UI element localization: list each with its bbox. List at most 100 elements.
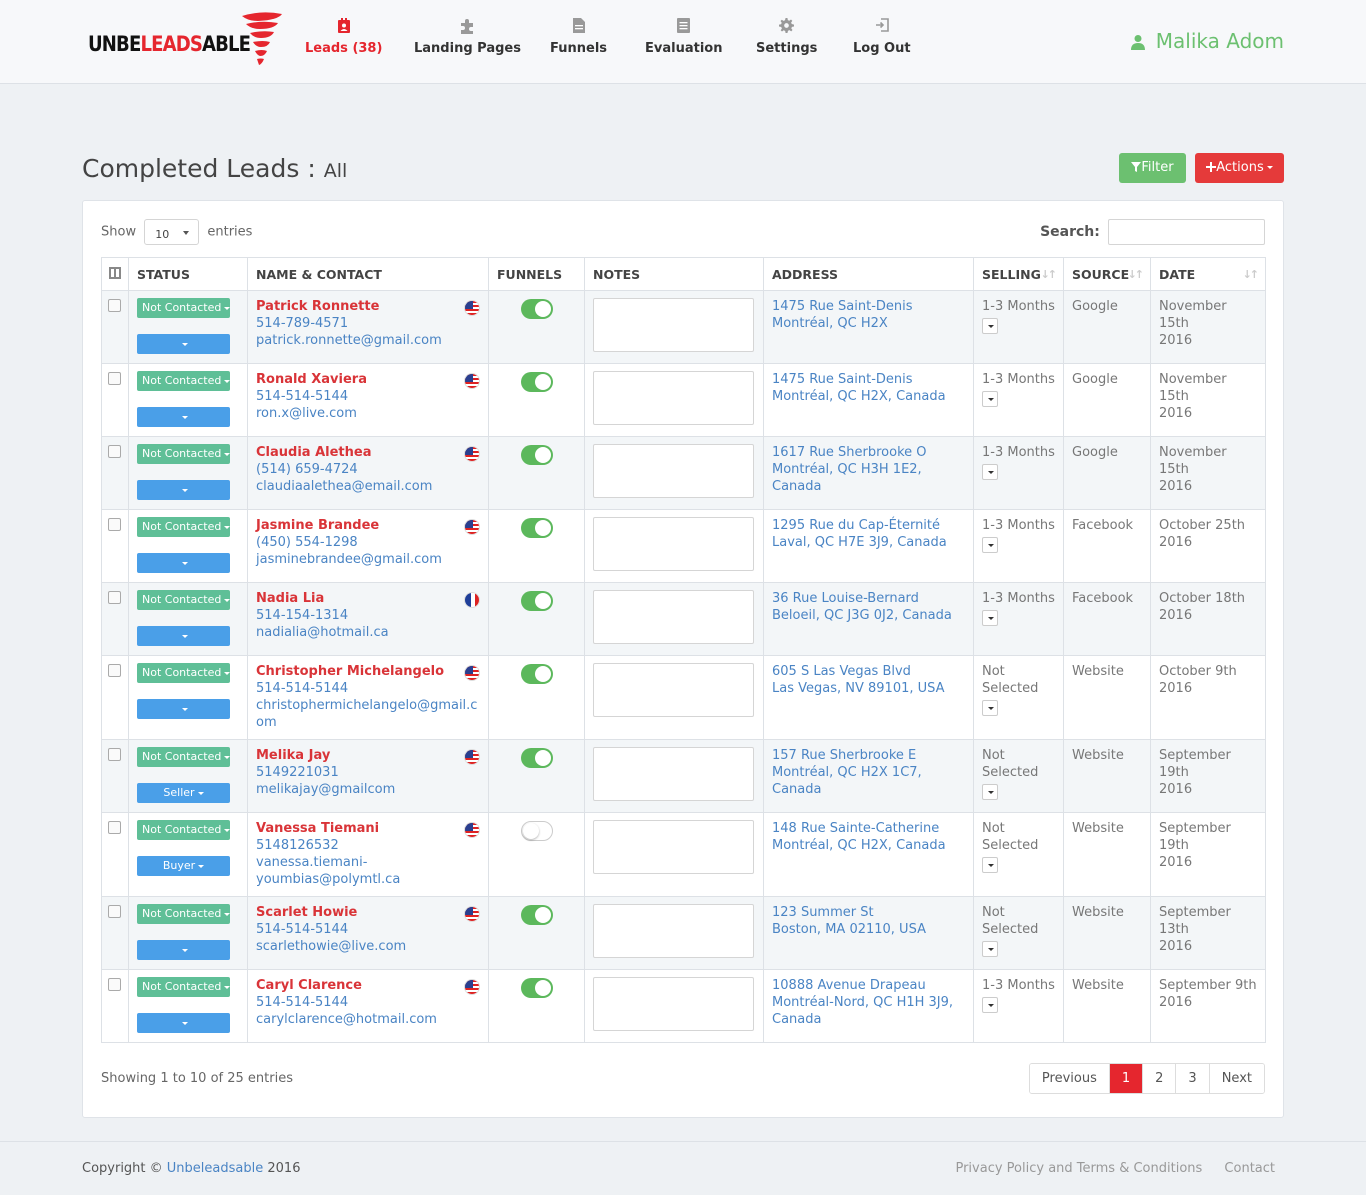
lead-phone[interactable]: 5149221031 <box>256 764 480 781</box>
col-date[interactable]: DATE ↓↑ <box>1150 257 1266 291</box>
page-length-select[interactable]: 10 <box>144 219 200 245</box>
selling-dropdown[interactable] <box>982 857 998 873</box>
privacy-link[interactable]: Privacy Policy and Terms & Conditions <box>955 1161 1202 1176</box>
lead-type-dropdown[interactable] <box>137 553 230 573</box>
lead-phone[interactable]: 514-789-4571 <box>256 315 480 332</box>
row-checkbox[interactable] <box>108 591 121 604</box>
selling-dropdown[interactable] <box>982 784 998 800</box>
selling-dropdown[interactable] <box>982 610 998 626</box>
lead-name[interactable]: Patrick Ronnette <box>256 298 480 315</box>
row-checkbox[interactable] <box>108 664 121 677</box>
lead-email[interactable]: patrick.ronnette@gmail.com <box>256 332 480 349</box>
lead-email[interactable]: claudiaalethea@email.com <box>256 478 480 495</box>
lead-name[interactable]: Melika Jay <box>256 747 480 764</box>
address-line1[interactable]: 1475 Rue Saint-Denis <box>772 372 913 387</box>
col-name-contact[interactable]: NAME & CONTACT <box>247 257 489 291</box>
lead-phone[interactable]: (450) 554-1298 <box>256 534 480 551</box>
row-checkbox[interactable] <box>108 299 121 312</box>
address-line2[interactable]: Montréal, QC H2X <box>772 316 888 331</box>
lead-email[interactable]: nadialia@hotmail.ca <box>256 624 480 641</box>
nav-landing-pages[interactable]: Landing Pages <box>414 18 521 56</box>
nav-funnels[interactable]: Funnels <box>550 18 607 56</box>
row-checkbox[interactable] <box>108 372 121 385</box>
selling-dropdown[interactable] <box>982 700 998 716</box>
lead-name[interactable]: Ronald Xaviera <box>256 371 480 388</box>
status-dropdown[interactable]: Not Contacted <box>137 590 231 610</box>
address-line2[interactable]: Boston, MA 02110, USA <box>772 922 926 937</box>
logo[interactable]: UNBELEADSABLE <box>88 10 288 70</box>
address-line2[interactable]: Las Vegas, NV 89101, USA <box>772 681 945 696</box>
notes-field[interactable] <box>593 517 754 571</box>
lead-name[interactable]: Claudia Alethea <box>256 444 480 461</box>
nav-evaluation[interactable]: Evaluation <box>645 18 722 56</box>
address-line2[interactable]: Montréal, QC H2X, Canada <box>772 389 946 404</box>
lead-type-dropdown[interactable] <box>137 626 230 646</box>
pagination-page-3[interactable]: 3 <box>1175 1064 1209 1093</box>
lead-type-dropdown[interactable] <box>137 940 230 960</box>
lead-email[interactable]: christophermichelangelo@gmail.com <box>256 697 480 731</box>
lead-email[interactable]: jasminebrandee@gmail.com <box>256 551 480 568</box>
brand-link[interactable]: Unbeleadsable <box>167 1161 263 1176</box>
address-line1[interactable]: 123 Summer St <box>772 905 874 920</box>
selling-dropdown[interactable] <box>982 464 998 480</box>
funnel-toggle[interactable] <box>521 978 553 998</box>
address-line1[interactable]: 605 S Las Vegas Blvd <box>772 664 911 679</box>
address-line2[interactable]: Montréal, QC H2X 1C7, Canada <box>772 765 922 797</box>
address-line1[interactable]: 1617 Rue Sherbrooke O <box>772 445 927 460</box>
status-dropdown[interactable]: Not Contacted <box>137 977 231 997</box>
row-checkbox[interactable] <box>108 821 121 834</box>
selling-dropdown[interactable] <box>982 318 998 334</box>
lead-email[interactable]: carylclarence@hotmail.com <box>256 1011 480 1028</box>
selling-dropdown[interactable] <box>982 391 998 407</box>
lead-type-dropdown[interactable] <box>137 334 230 354</box>
pagination-page-1[interactable]: 1 <box>1108 1064 1143 1093</box>
status-dropdown[interactable]: Not Contacted <box>137 371 231 391</box>
address-line1[interactable]: 1295 Rue du Cap-Éternité <box>772 518 940 533</box>
pagination-next[interactable]: Next <box>1208 1064 1264 1093</box>
lead-name[interactable]: Vanessa Tiemani <box>256 820 480 837</box>
funnel-toggle[interactable] <box>521 518 553 538</box>
col-notes[interactable]: NOTES <box>584 257 764 291</box>
lead-type-dropdown[interactable]: Buyer <box>137 856 230 876</box>
funnel-toggle[interactable] <box>521 372 553 392</box>
lead-email[interactable]: scarlethowie@live.com <box>256 938 480 955</box>
funnel-toggle[interactable] <box>521 664 553 684</box>
funnel-toggle[interactable] <box>521 591 553 611</box>
col-status[interactable]: STATUS <box>128 257 248 291</box>
selling-dropdown[interactable] <box>982 997 998 1013</box>
contact-link[interactable]: Contact <box>1224 1161 1275 1176</box>
selling-dropdown[interactable] <box>982 537 998 553</box>
notes-field[interactable] <box>593 590 754 644</box>
row-checkbox[interactable] <box>108 748 121 761</box>
actions-button[interactable]: Actions <box>1195 153 1284 183</box>
status-dropdown[interactable]: Not Contacted <box>137 663 231 683</box>
funnel-toggle[interactable] <box>521 821 553 841</box>
filter-button[interactable]: Filter <box>1119 153 1186 183</box>
pagination-page-2[interactable]: 2 <box>1142 1064 1176 1093</box>
notes-field[interactable] <box>593 747 754 801</box>
funnel-toggle[interactable] <box>521 299 553 319</box>
address-line1[interactable]: 1475 Rue Saint-Denis <box>772 299 913 314</box>
address-line2[interactable]: Laval, QC H7E 3J9, Canada <box>772 535 947 550</box>
lead-email[interactable]: melikajay@gmailcom <box>256 781 480 798</box>
address-line2[interactable]: Montréal-Nord, QC H1H 3J9, Canada <box>772 995 953 1027</box>
funnel-toggle[interactable] <box>521 445 553 465</box>
lead-phone[interactable]: 5148126532 <box>256 837 480 854</box>
notes-field[interactable] <box>593 371 754 425</box>
address-line1[interactable]: 157 Rue Sherbrooke E <box>772 748 916 763</box>
status-dropdown[interactable]: Not Contacted <box>137 444 231 464</box>
row-checkbox[interactable] <box>108 518 121 531</box>
status-dropdown[interactable]: Not Contacted <box>137 820 231 840</box>
lead-email[interactable]: ron.x@live.com <box>256 405 480 422</box>
notes-field[interactable] <box>593 444 754 498</box>
lead-name[interactable]: Caryl Clarence <box>256 977 480 994</box>
user-menu[interactable]: Malika Adom <box>1130 29 1284 53</box>
row-checkbox[interactable] <box>108 445 121 458</box>
address-line2[interactable]: Montréal, QC H2X, Canada <box>772 838 946 853</box>
notes-field[interactable] <box>593 298 754 352</box>
row-checkbox[interactable] <box>108 905 121 918</box>
notes-field[interactable] <box>593 904 754 958</box>
selling-dropdown[interactable] <box>982 941 998 957</box>
search-input[interactable] <box>1108 219 1265 245</box>
lead-name[interactable]: Nadia Lia <box>256 590 480 607</box>
